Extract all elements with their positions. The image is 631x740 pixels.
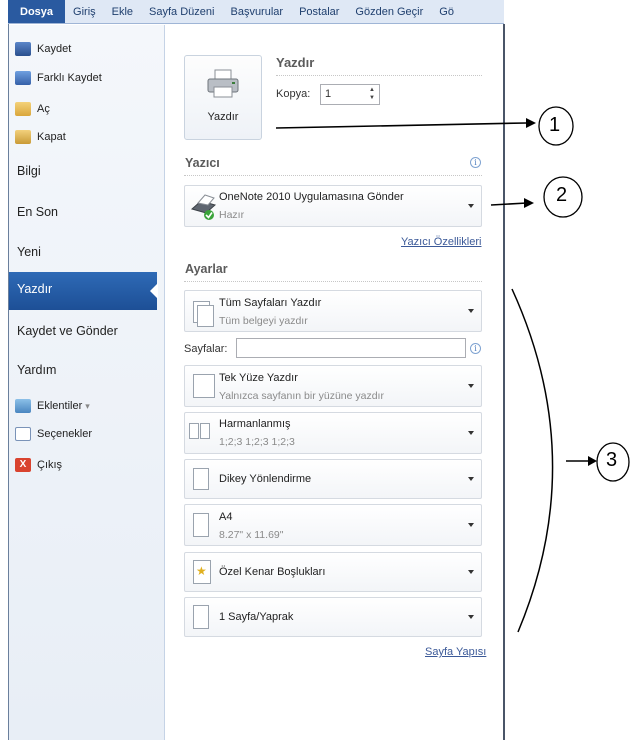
callout-bracket-3 xyxy=(511,288,554,633)
arrowhead-1 xyxy=(526,118,536,128)
callout-line-1 xyxy=(275,122,527,129)
callout-line-2 xyxy=(490,202,528,206)
callout-number-2: 2 xyxy=(556,184,568,206)
callout-number-3: 3 xyxy=(606,449,618,471)
arrowhead-2 xyxy=(524,198,534,208)
arrowhead-3 xyxy=(588,456,597,466)
annotation-layer xyxy=(275,106,630,633)
callout-number-1: 1 xyxy=(549,114,561,136)
